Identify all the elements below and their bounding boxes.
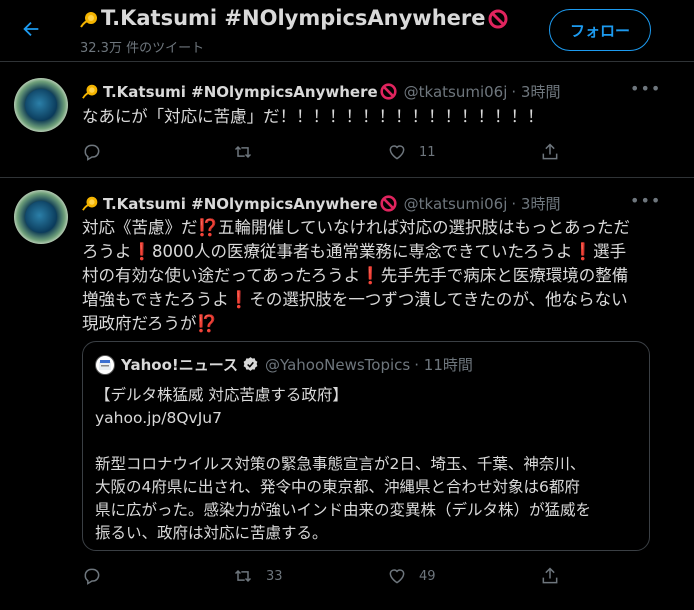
quoted-tweet[interactable]: Yahoo!ニュース @YahooNewsTopics · 11時間 【デルタ株…: [82, 341, 650, 551]
sun-emoji-icon: [82, 194, 101, 213]
quoted-headline: 【デルタ株猛威 対応苦慮する政府】: [95, 386, 348, 404]
avatar[interactable]: [14, 78, 68, 132]
quoted-text-line: 大阪の4府県に出され、発令中の東京都、沖縄県と合わせ対象は6都府: [95, 478, 580, 496]
retweet-button[interactable]: [232, 142, 254, 162]
no-entry-emoji-icon: [380, 194, 398, 213]
retweet-icon: [234, 145, 252, 159]
tweet-header: T.Katsumi #NOlympicsAnywhere @tkatsumi06…: [82, 81, 560, 102]
share-button[interactable]: [540, 566, 560, 586]
share-icon: [542, 567, 558, 584]
heart-icon: [389, 145, 405, 160]
no-entry-emoji-icon: [488, 9, 507, 29]
author-name[interactable]: T.Katsumi #NOlympicsAnywhere: [82, 82, 398, 101]
tweet-text-line: 現政府だろうが⁉️: [82, 314, 218, 333]
more-icon[interactable]: •••: [630, 79, 661, 98]
quoted-tweet-time: · 11時間: [414, 356, 473, 374]
reply-icon: [84, 144, 100, 161]
heart-icon: [389, 569, 405, 584]
verified-badge-icon: [242, 356, 259, 373]
avatar[interactable]: [14, 190, 68, 244]
sun-emoji-icon: [82, 82, 101, 101]
tweet-count: 32.3万 件のツイート: [80, 41, 205, 56]
tweet-text: 対応《苦慮》だ⁉️五輪開催していなければ対応の選択肢はもっとあっただ ろうよ❗️…: [82, 216, 662, 336]
quoted-link[interactable]: yahoo.jp/8QvJu7: [95, 407, 645, 430]
quoted-author-name: Yahoo!ニュース: [121, 356, 238, 374]
tweet-text: なあにが「対応に苦慮」だ！！！！！！！！！！！！！！！！: [82, 105, 662, 129]
arrow-left-icon: [23, 21, 39, 37]
quoted-avatar: [95, 354, 115, 375]
quoted-text-line: 県に広がった。感染力が強いインド由来の変異株（デルタ株）が猛威を: [95, 501, 592, 519]
share-button[interactable]: [540, 142, 560, 162]
quoted-text-line: 新型コロナウイルス対策の緊急事態宣言が2日、埼玉、千葉、神奈川、: [95, 455, 586, 473]
author-handle[interactable]: @tkatsumi06j: [404, 195, 508, 213]
retweet-count: 33: [266, 568, 283, 584]
profile-header: T.Katsumi #NOlympicsAnywhere 32.3万 件のツイー…: [0, 0, 694, 62]
like-button[interactable]: 49: [387, 566, 436, 586]
tweet-text-line: 増強もできたろうよ❗️その選択肢を一つずつ潰してきたのが、他ならない: [82, 290, 628, 309]
like-count: 11: [419, 144, 436, 160]
tweet-text-line: 村の有効な使い途だってあったろうよ❗️先手先手で病床と医療環境の整備: [82, 266, 629, 285]
reply-button[interactable]: [82, 142, 102, 162]
tweet-text-line: 対応《苦慮》だ⁉️五輪開催していなければ対応の選択肢はもっとあっただ: [82, 218, 631, 237]
tweet-time[interactable]: · 3時間: [511, 193, 560, 214]
share-icon: [542, 143, 558, 160]
profile-title: T.Katsumi #NOlympicsAnywhere: [80, 6, 507, 30]
like-count: 49: [419, 568, 436, 584]
quoted-author-handle: @YahooNewsTopics: [265, 355, 411, 374]
reply-button[interactable]: [82, 566, 102, 586]
tweet-time[interactable]: · 3時間: [511, 81, 560, 102]
author-name-text: T.Katsumi #NOlympicsAnywhere: [103, 82, 378, 101]
quoted-tweet-text: 【デルタ株猛威 対応苦慮する政府】 yahoo.jp/8QvJu7 新型コロナウ…: [95, 384, 645, 545]
retweet-icon: [234, 569, 252, 583]
author-name[interactable]: T.Katsumi #NOlympicsAnywhere: [82, 194, 398, 213]
tweet-text-line: なあにが「対応に苦慮」だ！！！！！！！！！！！！！！！！: [82, 107, 544, 126]
follow-button[interactable]: フォロー: [549, 9, 651, 51]
more-icon[interactable]: •••: [630, 191, 661, 210]
reply-icon: [84, 568, 100, 585]
author-handle[interactable]: @tkatsumi06j: [404, 83, 508, 101]
like-button[interactable]: 11: [387, 142, 436, 162]
quoted-text-line: 振るい、政府は対応に苦慮する。: [95, 524, 328, 542]
tweet-text-line: ろうよ❗️8000人の医療従事者も通常業務に専念できていたろうよ❗️選手: [82, 242, 627, 261]
tweet-actions: 33 49: [82, 566, 582, 590]
retweet-button[interactable]: 33: [232, 566, 283, 586]
back-button[interactable]: [14, 12, 48, 46]
tweet-actions: 11: [82, 142, 582, 166]
tweet-header: T.Katsumi #NOlympicsAnywhere @tkatsumi06…: [82, 193, 560, 214]
author-name-text: T.Katsumi #NOlympicsAnywhere: [103, 194, 378, 213]
no-entry-emoji-icon: [380, 82, 398, 101]
profile-title-text: T.Katsumi #NOlympicsAnywhere: [101, 6, 486, 30]
sun-emoji-icon: [80, 9, 99, 28]
quoted-tweet-header: Yahoo!ニュース @YahooNewsTopics · 11時間: [95, 354, 473, 375]
tweet[interactable]: T.Katsumi #NOlympicsAnywhere @tkatsumi06…: [0, 62, 694, 178]
tweet[interactable]: T.Katsumi #NOlympicsAnywhere @tkatsumi06…: [0, 178, 694, 610]
